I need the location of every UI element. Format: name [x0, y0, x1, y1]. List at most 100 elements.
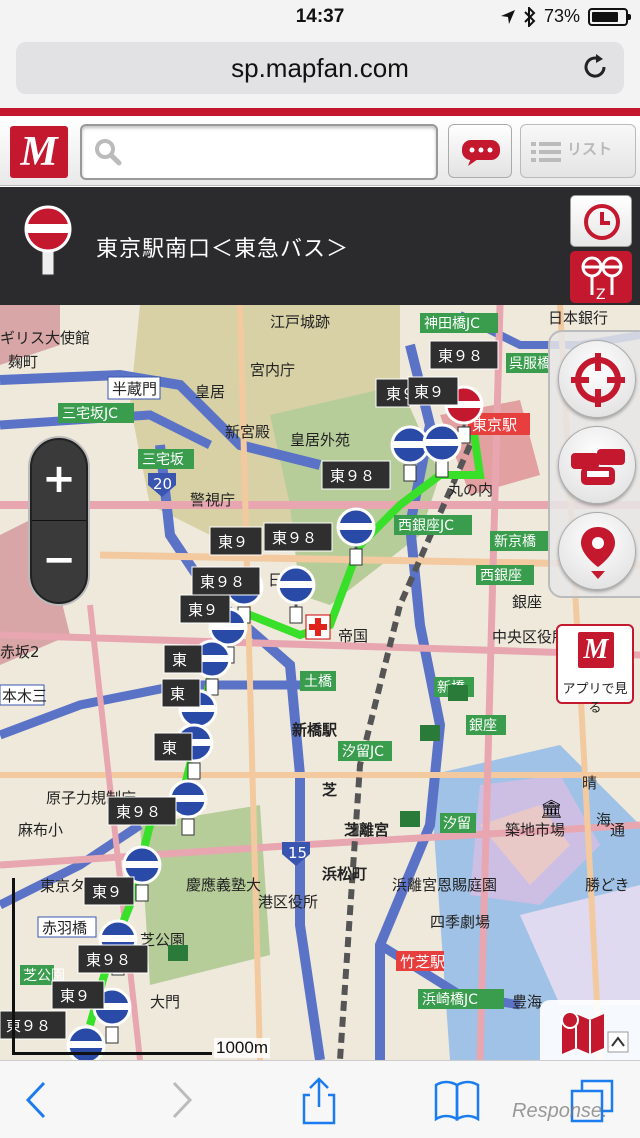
bus-tag[interactable]: 東９８ [321, 460, 391, 490]
map-label: 日本銀行 [548, 309, 608, 327]
map-label: 竹芝駅 [400, 953, 445, 971]
bus-tag[interactable]: 東９ [179, 594, 231, 624]
bus-tag[interactable]: 東９ [209, 526, 263, 556]
map-label: 勝どき [585, 876, 630, 894]
speech-bubble-icon [462, 140, 500, 166]
map-label: 築地市場 [505, 821, 565, 839]
map-label: 帝国 [338, 627, 368, 645]
app-logo: M [578, 632, 614, 668]
svg-text:東９８: 東９８ [200, 573, 245, 591]
back-icon[interactable] [14, 1075, 64, 1125]
map-label: 三宅坂JC [62, 406, 118, 422]
search-input[interactable] [132, 134, 422, 170]
svg-text:Z: Z [596, 287, 606, 303]
bus-stop-icon [24, 205, 72, 276]
map-label: 浜崎橋JC [422, 992, 478, 1008]
bus-tag[interactable]: 東 [161, 678, 201, 708]
map-label: 江戸城跡 [270, 313, 330, 331]
map-label: 呉服橋 [509, 356, 551, 372]
map-label: 赤坂2 [0, 643, 40, 661]
map-label: 新京橋 [494, 534, 536, 550]
map-scale: 1000m [12, 878, 270, 1058]
bookmarks-icon[interactable] [432, 1075, 482, 1125]
map-mode-button[interactable] [540, 1000, 640, 1060]
battery-percent: 73% [543, 6, 580, 26]
map-folded-icon [561, 1011, 629, 1054]
zoom-in-button[interactable]: + [32, 440, 86, 520]
search-box[interactable] [80, 124, 438, 180]
list-icon [531, 142, 561, 162]
status-right: 73% [500, 6, 631, 27]
map-label: ギリス大使館 [0, 329, 90, 347]
search-icon [95, 139, 122, 166]
svg-text:東９８: 東９８ [272, 529, 317, 547]
map-label: 晴 [582, 774, 597, 792]
svg-text:東: 東 [172, 651, 187, 669]
bus-tag[interactable]: 東 [163, 644, 203, 674]
address-bar[interactable]: sp.mapfan.com [16, 42, 624, 94]
bus-tag[interactable]: 東９８ [263, 522, 333, 552]
map-label: 汐留 [443, 816, 471, 832]
zoom-control: + − [30, 438, 88, 604]
map-label: 神田橋JC [424, 316, 480, 332]
map-label: 通 [610, 821, 625, 839]
app-header: M リスト [0, 116, 640, 186]
list-button[interactable]: リスト [520, 124, 636, 178]
map-label: 芝 [322, 781, 337, 799]
clock-icon [584, 204, 620, 240]
map-label: 皇居 [195, 383, 225, 401]
map-label: 浜離宮恩賜庭園 [392, 876, 497, 894]
bus-tag[interactable]: 東９８ [429, 340, 499, 370]
map-label: 三宅坂 [142, 452, 184, 468]
share-icon[interactable] [294, 1075, 344, 1125]
bus-stops-icon: Z [581, 256, 623, 303]
map-label: 芝離宮 [344, 821, 389, 839]
map-label: 土橋 [304, 674, 332, 690]
map-label: 西銀座 [480, 568, 522, 584]
traffic-button[interactable] [558, 426, 636, 504]
route-list-button[interactable]: Z [570, 251, 632, 303]
map-label: 警視庁 [190, 491, 235, 509]
map-pin-icon [581, 527, 615, 579]
post-office-icon [420, 725, 440, 741]
map-label: 皇居外苑 [290, 431, 350, 449]
map-label: 汐留JC [342, 744, 384, 760]
open-in-app-label: アプリで見る [562, 682, 628, 716]
map-label: 銀座 [512, 593, 542, 611]
bus-tag[interactable]: 東９ [407, 376, 459, 406]
map-label: 銀座 [469, 718, 497, 734]
timetable-button[interactable] [570, 195, 632, 247]
bus-tag[interactable]: 東 [153, 732, 193, 762]
reload-icon[interactable] [580, 52, 610, 82]
forward-icon[interactable] [154, 1075, 204, 1125]
current-location-button[interactable] [558, 340, 636, 418]
scale-bar-horizontal [12, 1052, 212, 1055]
map-label: 港区役所 [258, 893, 318, 911]
open-in-app-button[interactable]: M アプリで見る [556, 624, 634, 716]
browser-toolbar [0, 1060, 640, 1138]
svg-text:東９８: 東９８ [330, 467, 375, 485]
map-label: 豊海 [512, 993, 542, 1011]
cars-icon [571, 449, 625, 485]
battery-icon [588, 7, 631, 26]
map-label: 本木三 [2, 687, 47, 705]
mapfan-logo[interactable]: M [10, 126, 68, 178]
chat-button[interactable] [448, 124, 512, 178]
map-side-panel [548, 330, 640, 598]
map-label: 半蔵門 [112, 380, 157, 398]
bus-stop-info-bar: 東京駅南口＜東急バス＞ Z [0, 187, 640, 305]
map-label: 西銀座JC [398, 518, 454, 534]
map-label: 新橋駅 [292, 721, 338, 739]
zoom-out-button[interactable]: − [32, 520, 86, 600]
place-pin-button[interactable] [558, 512, 636, 590]
svg-text:東９８: 東９８ [438, 347, 483, 365]
browser-url-area: sp.mapfan.com [0, 38, 640, 108]
status-bar: 14:37 73% [0, 0, 640, 38]
bus-tag[interactable]: 東９８ [107, 796, 177, 826]
bus-stop-name: 東京駅南口＜東急バス＞ [96, 237, 350, 262]
post-office-icon [448, 685, 468, 701]
bus-tag[interactable]: 東９８ [191, 566, 261, 596]
map-label: 麹町 [8, 353, 38, 371]
map-label: 宮内庁 [250, 361, 295, 379]
school-icon: 🏛 [540, 799, 563, 820]
